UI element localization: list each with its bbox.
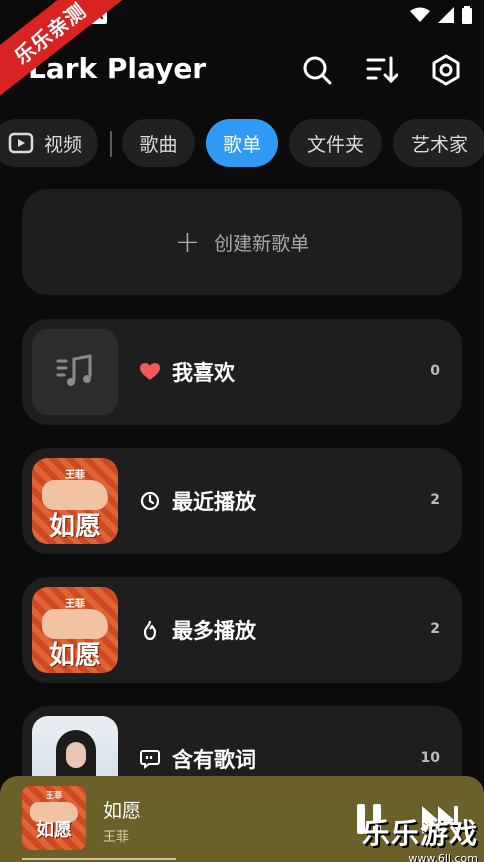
playlist-item-recent[interactable]: 王菲 如愿 最近播放 2: [22, 448, 462, 554]
tab-label: 文件夹: [306, 133, 364, 156]
playlist-name: 最近播放: [172, 490, 256, 514]
tab-label: 视频: [43, 133, 82, 156]
video-icon: [8, 132, 34, 154]
heart-icon: [140, 362, 160, 382]
music-note-icon: [56, 354, 92, 386]
playlist-count: 10: [420, 750, 440, 766]
search-button[interactable]: [299, 52, 335, 88]
clock-icon: [140, 491, 160, 511]
tab-playlists[interactable]: 歌单: [206, 119, 278, 167]
album-cover: 王菲 如愿: [32, 587, 118, 673]
playlist-thumbnail: [32, 329, 118, 415]
watermark-url: www.6ll.com: [408, 852, 478, 862]
plus-icon: +: [174, 224, 201, 260]
playlist-name: 我喜欢: [172, 361, 235, 385]
tab-video[interactable]: 视频: [0, 119, 98, 167]
mini-player-cover: 王菲 如愿: [22, 786, 86, 850]
cover-artist: 王菲: [65, 599, 85, 610]
flame-icon: [140, 620, 160, 640]
tab-folders[interactable]: 文件夹: [289, 119, 382, 167]
settings-button[interactable]: [428, 52, 464, 88]
now-playing-artist: 王菲: [103, 830, 130, 845]
cover-title: 如愿: [48, 641, 101, 671]
signal-icon: [438, 7, 454, 23]
battery-icon: [462, 6, 472, 24]
album-cover: 王菲 如愿: [32, 458, 118, 544]
tab-label: 艺术家: [410, 133, 468, 156]
cover-title: 如愿: [48, 512, 101, 542]
playback-progress: [22, 858, 176, 860]
lyrics-icon: [140, 749, 160, 769]
status-icons: [410, 6, 472, 24]
cover-artist: 王菲: [46, 791, 62, 800]
tab-label: 歌曲: [139, 133, 178, 156]
tab-songs[interactable]: 歌曲: [122, 119, 195, 167]
playlist-count: 2: [430, 492, 440, 508]
create-playlist-label: 创建新歌单: [214, 232, 310, 255]
playlist-name: 最多播放: [172, 619, 256, 643]
site-watermark: 乐乐游戏 www.6ll.com: [358, 812, 478, 862]
search-icon: [303, 56, 332, 85]
tab-label: 歌单: [222, 133, 261, 156]
tab-artists[interactable]: 艺术家: [393, 119, 484, 167]
cover-title: 如愿: [36, 820, 72, 841]
playlist-item-favorites[interactable]: 我喜欢 0: [22, 319, 462, 425]
app-header: Lark Player: [0, 44, 484, 96]
playlist-count: 0: [430, 363, 440, 379]
tab-divider: [110, 131, 112, 157]
sort-icon: [366, 56, 398, 84]
create-playlist-button[interactable]: + 创建新歌单: [22, 189, 462, 295]
sort-button[interactable]: [364, 52, 400, 88]
wifi-icon: [410, 7, 430, 22]
cover-artist: 王菲: [65, 470, 85, 481]
playlist-count: 2: [430, 621, 440, 637]
category-tabs: 视频 歌曲 歌单 文件夹 艺术家: [0, 119, 484, 167]
watermark-title: 乐乐游戏: [361, 817, 478, 850]
gear-icon: [432, 54, 460, 86]
playlist-item-most-played[interactable]: 王菲 如愿 最多播放 2: [22, 577, 462, 683]
app-title: Lark Player: [28, 52, 207, 85]
playlist-name: 含有歌词: [172, 748, 256, 772]
now-playing-title: 如愿: [103, 800, 142, 822]
